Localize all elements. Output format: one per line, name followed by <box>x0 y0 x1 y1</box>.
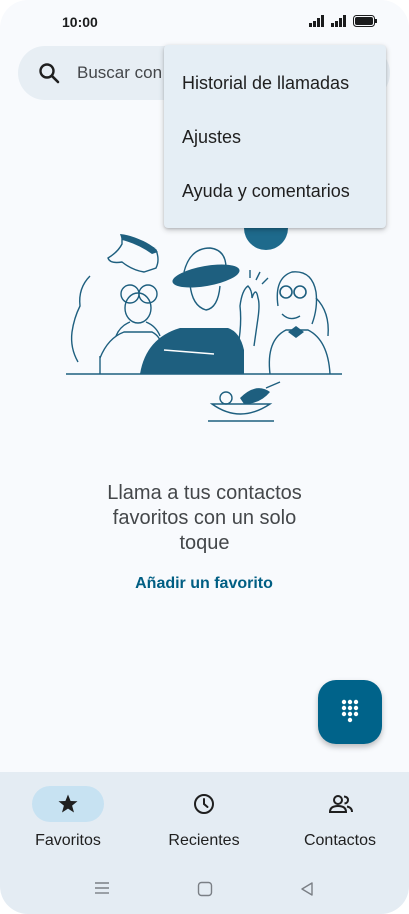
menu-item-help-feedback[interactable]: Ayuda y comentarios <box>164 164 386 218</box>
search-input[interactable]: Buscar con <box>77 63 162 83</box>
menu-item-settings[interactable]: Ajustes <box>164 110 386 164</box>
dialpad-button[interactable] <box>318 680 382 744</box>
add-favorite-link[interactable]: Añadir un favorito <box>104 575 304 593</box>
nav-item-favorites[interactable]: Favoritos <box>4 786 124 866</box>
favorites-illustration <box>66 228 342 422</box>
recent-apps-icon[interactable] <box>94 881 110 895</box>
back-icon[interactable] <box>299 881 315 897</box>
nav-label: Favoritos <box>35 832 101 849</box>
empty-state-message: Llama a tus contactos favoritos con un s… <box>60 481 349 556</box>
signal-icon <box>309 15 324 27</box>
nav-item-contacts[interactable]: Contactos <box>276 786 396 866</box>
search-icon <box>39 63 60 84</box>
nav-label: Recientes <box>168 832 240 849</box>
status-bar: 10:00 <box>0 0 409 46</box>
signal-icon-secondary <box>331 15 346 27</box>
empty-state-line: favoritos con un solo <box>112 507 297 529</box>
menu-item-call-history[interactable]: Historial de llamadas <box>164 56 386 110</box>
clock-icon <box>194 794 214 814</box>
empty-state-line: Llama a tus contactos <box>107 482 302 504</box>
phone-screen: 10:00 Buscar con Llama a tus contactos f… <box>0 0 409 914</box>
status-time: 10:00 <box>62 14 98 30</box>
nav-label: Contactos <box>303 832 377 849</box>
nav-item-recents[interactable]: Recientes <box>140 786 260 866</box>
empty-state-line: toque <box>179 532 230 554</box>
people-icon <box>328 795 353 813</box>
battery-icon <box>353 15 377 27</box>
overflow-menu: Historial de llamadas Ajustes Ayuda y co… <box>164 45 386 228</box>
status-icons <box>309 15 377 27</box>
home-icon[interactable] <box>197 881 213 897</box>
dialpad-icon <box>341 699 359 723</box>
system-navigation-bar <box>0 874 409 904</box>
star-icon <box>58 794 78 813</box>
